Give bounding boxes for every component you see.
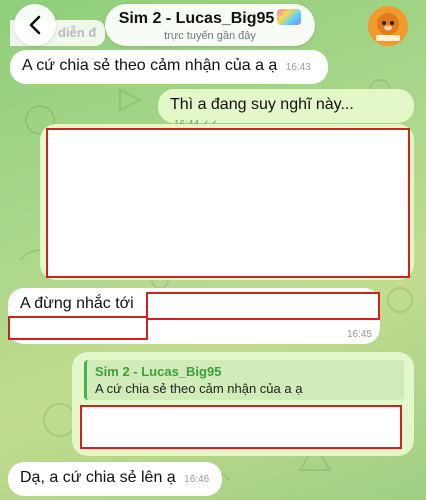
message-incoming[interactable]: A đừng nhắc tới 16:45 [8, 288, 380, 344]
chat-title-block[interactable]: Sim 2 - Lucas_Big95 trực tuyến gần đây [105, 4, 315, 46]
message-text: A cứ chia sẻ theo cảm nhận của a ạ [22, 57, 278, 74]
hamster-avatar-icon [368, 6, 408, 46]
message-time: 16:46 [184, 474, 210, 485]
message-outgoing[interactable]: Thì a đang suy nghĩ này... 16:44✓✓ [158, 89, 414, 130]
chat-title: Sim 2 - Lucas_Big95 [118, 10, 275, 27]
reply-quote[interactable]: Sim 2 - Lucas_Big95 A cứ chia sẻ theo cả… [84, 360, 404, 400]
message-text: Dạ, a cứ chia sẻ lên ạ [20, 469, 176, 486]
message-text: Thì a đang suy nghĩ này... [170, 96, 354, 113]
chat-header: diễn đ Sim 2 - Lucas_Big95 trực tuyến gầ… [0, 0, 426, 56]
reply-text: A cứ chia sẻ theo cảm nhận của a ạ [95, 381, 303, 396]
redaction-box [146, 292, 380, 320]
message-incoming[interactable]: Dạ, a cứ chia sẻ lên ạ 16:46 [8, 462, 222, 496]
chevron-left-icon [29, 15, 41, 35]
message-incoming[interactable]: A cứ chia sẻ theo cảm nhận của a ạ 16:43 [10, 50, 328, 84]
redaction-box [8, 316, 148, 340]
avatar[interactable] [368, 6, 408, 46]
redaction-box [46, 128, 410, 278]
message-time: 16:45 [346, 329, 372, 340]
message-outgoing-redacted[interactable] [40, 124, 414, 280]
message-text: A đừng nhắc tới [20, 295, 134, 312]
reply-sender: Sim 2 - Lucas_Big95 [95, 364, 222, 379]
message-time: 16:43 [285, 62, 311, 73]
redaction-box [80, 405, 402, 449]
chat-status: trực tuyến gần đây [164, 30, 256, 42]
back-button[interactable] [14, 4, 56, 46]
sticker-badge-icon [277, 9, 302, 25]
pinned-snippet: diễn đ [58, 25, 97, 40]
